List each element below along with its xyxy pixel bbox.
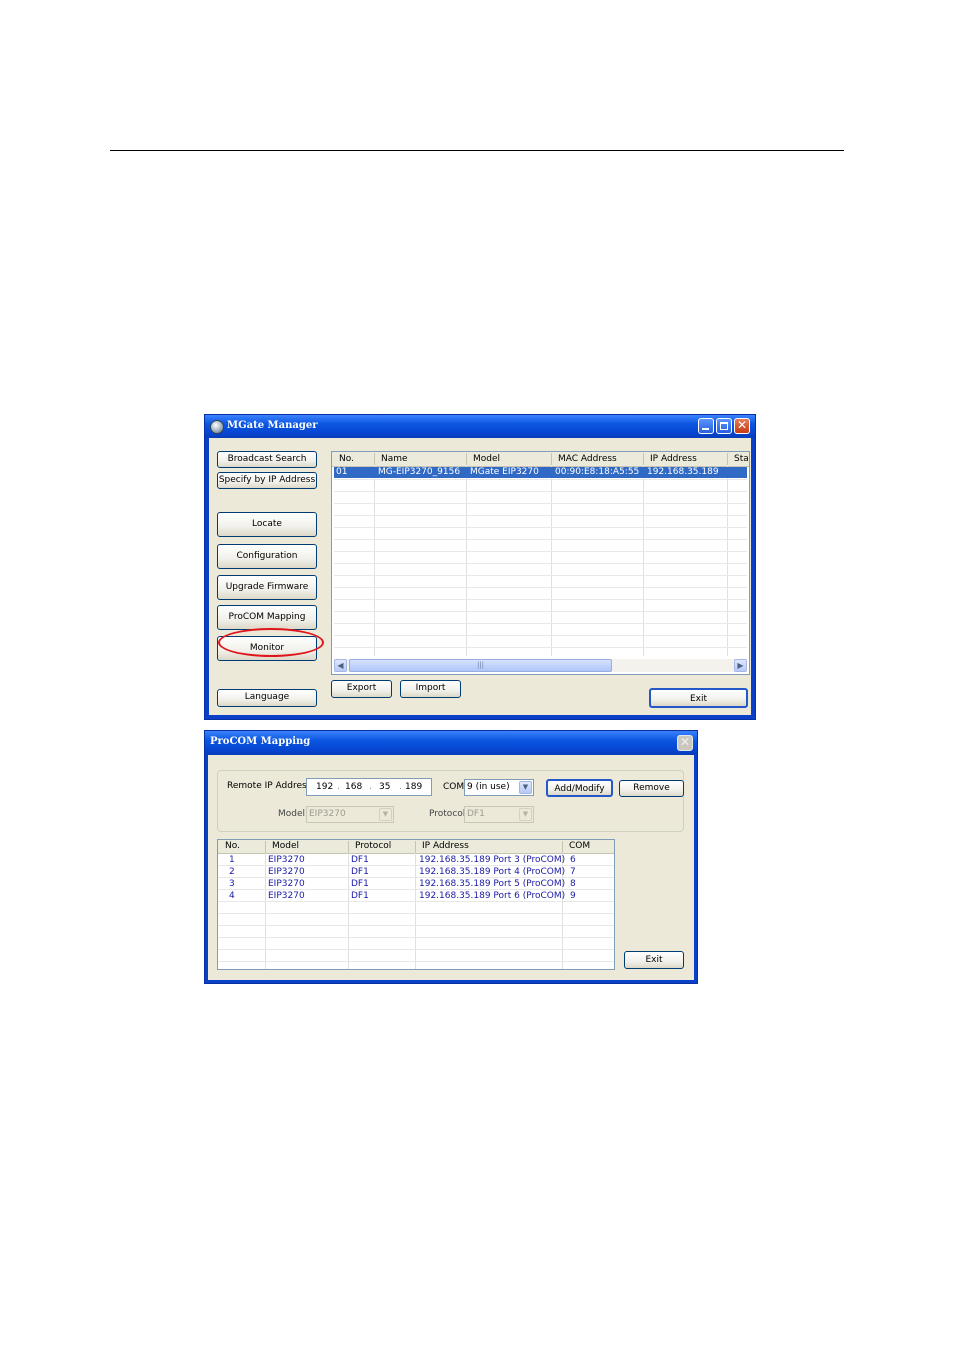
ip-octet-1: 192 <box>316 782 334 792</box>
cell-com: 7 <box>570 867 576 877</box>
ip-octet-2: 168 <box>345 782 363 792</box>
cell-model: EIP3270 <box>268 891 305 901</box>
table-row[interactable]: 1 EIP3270 DF1 192.168.35.189 Port 3 (Pro… <box>218 854 614 866</box>
table-row[interactable]: 01 MG-EIP3270_9156 MGate EIP3270 00:90:E… <box>334 467 747 478</box>
col-protocol[interactable]: Protocol <box>355 841 391 851</box>
protocol-label: Protocol <box>429 809 466 819</box>
mapping-table[interactable]: No. Model Protocol IP Address COM 1 EIP3… <box>217 839 615 970</box>
ip-dot: . <box>369 782 372 792</box>
device-list-header: No. Name Model MAC Address IP Address St… <box>332 452 749 467</box>
com-label: COM <box>443 782 465 792</box>
col-name[interactable]: Name <box>381 454 408 464</box>
cell-ip: 192.168.35.189 Port 3 (ProCOM) <box>419 855 566 865</box>
window-title: MGate Manager <box>227 420 318 431</box>
table-row[interactable]: 3 EIP3270 DF1 192.168.35.189 Port 5 (Pro… <box>218 878 614 890</box>
table-row[interactable]: 2 EIP3270 DF1 192.168.35.189 Port 4 (Pro… <box>218 866 614 878</box>
procom-window-title: ProCOM Mapping <box>210 736 311 747</box>
com-select[interactable]: 9 (in use) ▼ <box>464 779 534 796</box>
cell-protocol: DF1 <box>351 867 369 877</box>
chevron-down-icon: ▼ <box>519 808 532 821</box>
cell-no: 2 <box>229 867 235 877</box>
cell-model: MGate EIP3270 <box>470 467 539 477</box>
page-rule <box>110 150 844 151</box>
com-select-value: 9 (in use) <box>467 782 510 792</box>
configuration-button[interactable]: Configuration <box>217 544 317 569</box>
cell-model: EIP3270 <box>268 867 305 877</box>
maximize-icon[interactable] <box>716 418 732 434</box>
procom-mapping-window: ProCOM Mapping ✕ Remote IP Address 192 .… <box>204 730 698 984</box>
cell-ip: 192.168.35.189 <box>647 467 719 477</box>
col-model[interactable]: Model <box>473 454 500 464</box>
app-icon <box>210 420 224 434</box>
cell-protocol: DF1 <box>351 891 369 901</box>
cell-com: 6 <box>570 855 576 865</box>
cell-no: 01 <box>336 467 348 477</box>
model-select: EIP3270 ▼ <box>306 806 394 823</box>
col-model[interactable]: Model <box>272 841 299 851</box>
protocol-select-value: DF1 <box>467 809 485 819</box>
language-button[interactable]: Language <box>217 689 317 707</box>
procom-client-area: Remote IP Address 192 . 168 . 35 . 189 C… <box>208 755 694 980</box>
export-button[interactable]: Export <box>331 680 392 698</box>
cell-model: EIP3270 <box>268 855 305 865</box>
procom-title-bar[interactable]: ProCOM Mapping ✕ <box>205 731 697 755</box>
cell-no: 4 <box>229 891 235 901</box>
cell-protocol: DF1 <box>351 855 369 865</box>
minimize-icon[interactable] <box>698 418 714 434</box>
procom-mapping-button[interactable]: ProCOM Mapping <box>217 605 317 630</box>
cell-mac: 00:90:E8:18:A5:55 <box>555 467 640 477</box>
procom-exit-button[interactable]: Exit <box>624 951 684 969</box>
ip-octet-3: 35 <box>379 782 391 792</box>
broadcast-search-button[interactable]: Broadcast Search <box>217 451 317 468</box>
locate-button[interactable]: Locate <box>217 512 317 537</box>
upgrade-firmware-button[interactable]: Upgrade Firmware <box>217 575 317 600</box>
title-bar[interactable]: MGate Manager ✕ <box>205 415 755 438</box>
ip-dot: . <box>399 782 402 792</box>
cell-ip: 192.168.35.189 Port 4 (ProCOM) <box>419 867 566 877</box>
close-icon[interactable]: ✕ <box>734 418 750 434</box>
chevron-down-icon: ▼ <box>379 808 392 821</box>
col-no[interactable]: No. <box>339 454 354 464</box>
highlight-ellipse <box>218 628 324 657</box>
scroll-right-icon[interactable]: ▶ <box>734 659 747 672</box>
scroll-left-icon[interactable]: ◀ <box>334 659 347 672</box>
col-status[interactable]: Sta <box>734 454 749 464</box>
device-list[interactable]: No. Name Model MAC Address IP Address St… <box>331 451 750 675</box>
col-com[interactable]: COM <box>569 841 590 851</box>
col-ip[interactable]: IP Address <box>650 454 697 464</box>
mgate-manager-window: MGate Manager ✕ Broadcast Search Specify… <box>204 414 756 720</box>
mgate-client-area: Broadcast Search Specify by IP Address L… <box>209 438 751 715</box>
remote-ip-label: Remote IP Address <box>227 781 312 791</box>
table-row[interactable]: 4 EIP3270 DF1 192.168.35.189 Port 6 (Pro… <box>218 890 614 902</box>
cell-ip: 192.168.35.189 Port 5 (ProCOM) <box>419 879 566 889</box>
remove-button[interactable]: Remove <box>619 780 684 797</box>
cell-no: 3 <box>229 879 235 889</box>
cell-no: 1 <box>229 855 235 865</box>
add-modify-button[interactable]: Add/Modify <box>546 779 613 797</box>
cell-ip: 192.168.35.189 Port 6 (ProCOM) <box>419 891 566 901</box>
cell-model: EIP3270 <box>268 879 305 889</box>
exit-button[interactable]: Exit <box>649 688 748 708</box>
chevron-down-icon[interactable]: ▼ <box>519 781 532 794</box>
col-no[interactable]: No. <box>225 841 240 851</box>
cell-name: MG-EIP3270_9156 <box>378 467 461 477</box>
scroll-thumb[interactable]: ||| <box>349 659 612 672</box>
model-select-value: EIP3270 <box>309 809 346 819</box>
cell-protocol: DF1 <box>351 879 369 889</box>
model-label: Model <box>278 809 306 819</box>
specify-by-ip-button[interactable]: Specify by IP Address <box>217 472 317 489</box>
horizontal-scrollbar[interactable]: ◀ ||| ▶ <box>334 659 747 672</box>
import-button[interactable]: Import <box>400 680 461 698</box>
mapping-settings-group: Remote IP Address 192 . 168 . 35 . 189 C… <box>217 770 684 832</box>
col-mac[interactable]: MAC Address <box>558 454 617 464</box>
close-icon: ✕ <box>677 735 693 751</box>
ip-dot: . <box>337 782 340 792</box>
remote-ip-input[interactable]: 192 . 168 . 35 . 189 <box>306 778 432 796</box>
protocol-select: DF1 ▼ <box>464 806 534 823</box>
ip-octet-4: 189 <box>405 782 423 792</box>
cell-com: 9 <box>570 891 576 901</box>
cell-com: 8 <box>570 879 576 889</box>
col-ip-address[interactable]: IP Address <box>422 841 469 851</box>
mapping-table-header: No. Model Protocol IP Address COM <box>218 840 614 854</box>
